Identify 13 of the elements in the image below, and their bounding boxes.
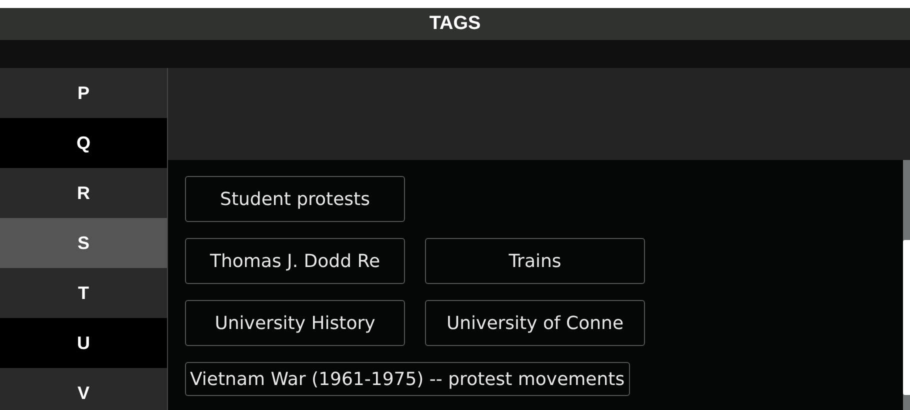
tag-button[interactable]: University History xyxy=(185,300,405,346)
tag-button[interactable]: Thomas J. Dodd Re xyxy=(185,238,405,284)
letter-tab[interactable]: T xyxy=(0,268,167,318)
window-title: TAGS xyxy=(429,13,481,35)
tag-button[interactable]: Vietnam War (1961-1975) -- protest movements xyxy=(185,362,630,396)
scrollbar[interactable] xyxy=(903,160,910,410)
tag-button[interactable]: Trains xyxy=(425,238,645,284)
letter-tab[interactable]: R xyxy=(0,168,167,218)
tag-button[interactable]: Student protests xyxy=(185,176,405,222)
letter-tab[interactable]: P xyxy=(0,68,167,118)
tag-button[interactable]: University of Conne xyxy=(425,300,645,346)
letter-tab[interactable]: V xyxy=(0,368,167,410)
letter-tab[interactable]: S xyxy=(0,218,167,268)
